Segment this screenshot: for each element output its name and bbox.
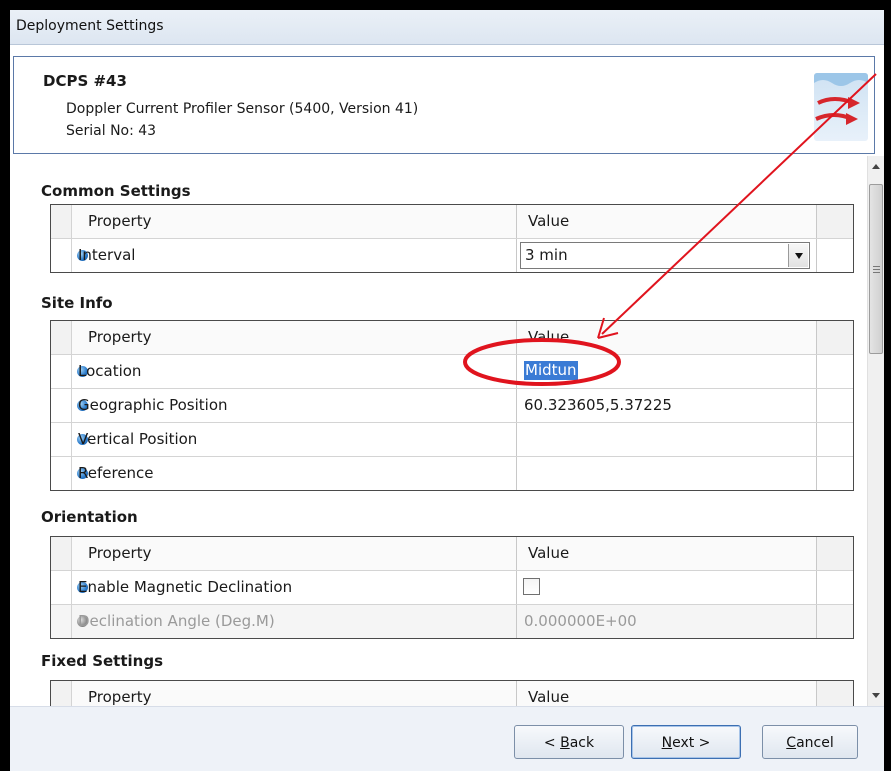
- property-row-location[interactable]: Location Midtun: [51, 354, 853, 388]
- property-row-interval[interactable]: Interval 3 min: [51, 238, 853, 272]
- header-property[interactable]: Property: [72, 321, 517, 354]
- row-gutter: [51, 239, 72, 272]
- settings-scroll-area: Common Settings Property Value Interval …: [10, 156, 865, 706]
- property-label: Enable Magnetic Declination: [78, 578, 293, 596]
- grid-header: Property Value: [51, 321, 853, 354]
- location-input[interactable]: Midtun: [518, 355, 816, 388]
- fixed-settings-grid: Property Value: [50, 680, 854, 706]
- declination-angle-value: 0.000000E+00: [524, 612, 637, 630]
- grid-header: Property Value: [51, 205, 853, 238]
- window-title: Deployment Settings: [16, 18, 164, 34]
- cancel-button[interactable]: Cancel: [762, 725, 858, 759]
- property-row-vertical-position[interactable]: Vertical Position: [51, 422, 853, 456]
- scrollbar-thumb[interactable]: [869, 184, 883, 354]
- vertical-scrollbar[interactable]: [867, 156, 884, 706]
- back-button[interactable]: < Back: [514, 725, 624, 759]
- header-property[interactable]: Property: [72, 205, 517, 238]
- property-label: Declination Angle (Deg.M): [78, 612, 275, 630]
- geographic-position-value-cell[interactable]: 60.323605,5.37225: [518, 389, 816, 422]
- chevron-down-icon[interactable]: [788, 244, 808, 267]
- grid-header: Property Value: [51, 537, 853, 570]
- sensor-waves-icon: [814, 73, 868, 141]
- property-label: Interval: [78, 246, 136, 264]
- device-serial: Serial No: 43: [66, 123, 157, 139]
- header-value[interactable]: Value: [518, 681, 816, 706]
- header-property[interactable]: Property: [72, 537, 517, 570]
- window-frame-left: [0, 0, 10, 771]
- grid-header: Property Value: [51, 681, 853, 706]
- header-value[interactable]: Value: [518, 321, 816, 354]
- title-bar[interactable]: Deployment Settings: [10, 10, 884, 45]
- site-info-grid: Property Value Location Midtun Geographi…: [50, 320, 854, 491]
- section-title-site-info: Site Info: [41, 294, 113, 312]
- common-settings-grid: Property Value Interval 3 min: [50, 204, 854, 273]
- device-description: Doppler Current Profiler Sensor (5400, V…: [66, 101, 419, 117]
- deployment-settings-dialog: Deployment Settings DCPS #43 Doppler Cur…: [10, 10, 884, 771]
- section-title-fixed: Fixed Settings: [41, 652, 163, 670]
- interval-dropdown[interactable]: 3 min: [520, 242, 810, 269]
- header-value[interactable]: Value: [518, 205, 816, 238]
- magnetic-declination-checkbox[interactable]: [523, 578, 540, 595]
- scroll-down-icon[interactable]: [872, 693, 880, 698]
- section-title-common: Common Settings: [41, 182, 191, 200]
- vertical-position-value-cell[interactable]: [518, 423, 816, 456]
- header-value[interactable]: Value: [518, 537, 816, 570]
- header-property[interactable]: Property: [72, 681, 517, 706]
- property-row-declination-angle: Declination Angle (Deg.M) 0.000000E+00: [51, 604, 853, 638]
- row-gutter: [51, 205, 72, 238]
- orientation-grid: Property Value Enable Magnetic Declinati…: [50, 536, 854, 639]
- interval-value: 3 min: [525, 246, 568, 264]
- property-label: Reference: [78, 464, 154, 482]
- device-header: DCPS #43 Doppler Current Profiler Sensor…: [13, 56, 875, 154]
- dialog-footer: < Back Next > Cancel: [10, 706, 884, 771]
- property-row-geographic-position[interactable]: Geographic Position 60.323605,5.37225: [51, 388, 853, 422]
- scroll-up-icon[interactable]: [872, 164, 880, 169]
- next-button[interactable]: Next >: [631, 725, 741, 759]
- property-row-enable-magnetic-declination[interactable]: Enable Magnetic Declination: [51, 570, 853, 604]
- window-frame-right: [884, 0, 891, 771]
- property-label: Vertical Position: [78, 430, 198, 448]
- section-title-orientation: Orientation: [41, 508, 138, 526]
- property-label: Geographic Position: [78, 396, 228, 414]
- geographic-position-value: 60.323605,5.37225: [524, 396, 672, 414]
- device-name: DCPS #43: [43, 72, 127, 90]
- reference-value-cell[interactable]: [518, 457, 816, 490]
- property-label: Location: [78, 362, 142, 380]
- header-spacer: [816, 205, 853, 238]
- property-row-reference[interactable]: Reference: [51, 456, 853, 490]
- location-value[interactable]: Midtun: [524, 361, 578, 380]
- window-frame-top: [0, 0, 891, 10]
